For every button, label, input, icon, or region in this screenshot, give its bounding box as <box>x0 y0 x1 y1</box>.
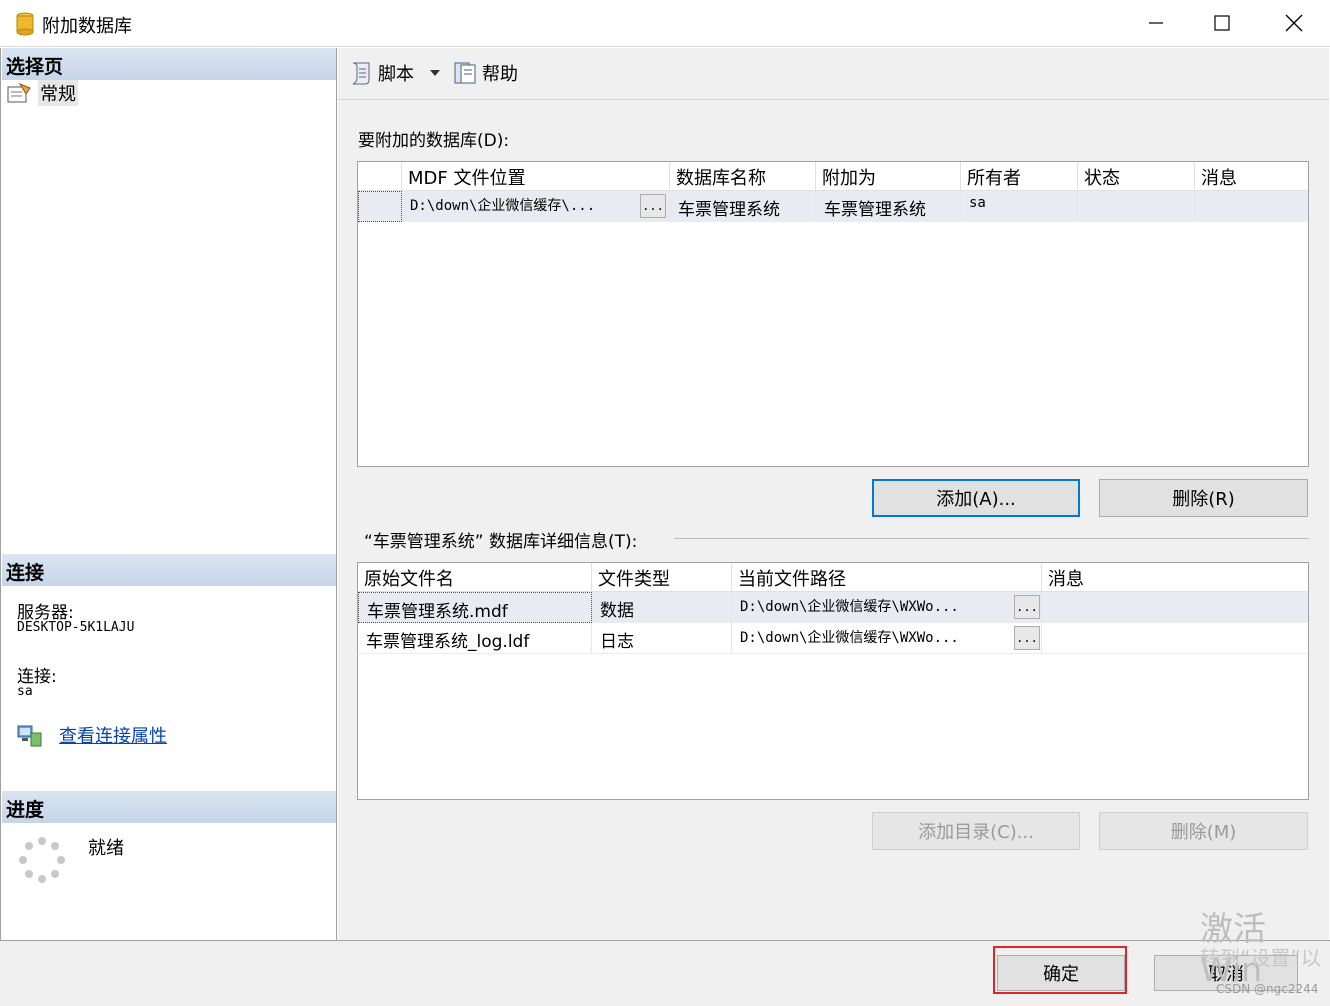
original-filename-cell[interactable]: 车票管理系统.mdf <box>358 591 592 623</box>
browse-path-button[interactable]: ... <box>1014 594 1040 619</box>
original-filename-cell[interactable]: 车票管理系统_log.ldf <box>358 622 592 654</box>
grid-header: 原始文件名 文件类型 当前文件路径 消息 <box>358 563 1308 592</box>
progress-status: 就绪 <box>88 838 124 859</box>
csdn-watermark: CSDN @ngc2244 <box>1216 982 1319 996</box>
database-details-grid[interactable]: 原始文件名 文件类型 当前文件路径 消息 车票管理系统.mdf 数据 D:\do… <box>357 562 1309 800</box>
connection-header: 连接 <box>2 554 336 586</box>
general-page-icon <box>7 82 31 103</box>
window-title: 附加数据库 <box>42 16 132 37</box>
add-database-button[interactable]: 添加(A)... <box>872 479 1080 517</box>
column-header[interactable]: 附加为 <box>816 162 961 190</box>
message-cell <box>1042 592 1308 623</box>
connection-value: sa <box>17 684 33 699</box>
add-catalog-button[interactable]: 添加目录(C)... <box>872 812 1080 850</box>
maximize-icon <box>1214 15 1230 31</box>
script-button[interactable]: 脚本 <box>348 58 414 88</box>
message-cell <box>1042 623 1308 654</box>
sidebar-item-general[interactable]: 常规 <box>6 80 78 106</box>
browse-path-button[interactable]: ... <box>1014 625 1040 650</box>
script-icon <box>352 62 370 85</box>
close-button[interactable] <box>1264 0 1324 46</box>
divider <box>674 538 1309 539</box>
connection-properties-icon <box>17 725 42 747</box>
column-header[interactable]: 原始文件名 <box>358 563 592 591</box>
help-icon <box>454 62 476 84</box>
table-row[interactable]: 车票管理系统.mdf 数据 D:\down\企业微信缓存\WXWo... ... <box>358 591 1308 623</box>
attach-databases-label: 要附加的数据库(D): <box>358 131 510 151</box>
maximize-button[interactable] <box>1192 0 1252 46</box>
table-row[interactable]: D:\down\企业微信缓存\... ... 车票管理系统 车票管理系统 sa <box>358 190 1308 222</box>
browse-mdf-button[interactable]: ... <box>640 193 666 218</box>
windows-activation-hint: 转到“设置”以 <box>1200 946 1321 970</box>
grid-header: MDF 文件位置 数据库名称 附加为 所有者 状态 消息 <box>358 162 1308 191</box>
column-header[interactable]: MDF 文件位置 <box>402 162 670 190</box>
column-header[interactable]: 数据库名称 <box>670 162 816 190</box>
progress-spinner-icon <box>19 837 65 883</box>
view-connection-properties-link[interactable]: 查看连接属性 <box>59 722 167 748</box>
column-header[interactable]: 状态 <box>1078 162 1195 190</box>
column-header[interactable]: 消息 <box>1195 162 1308 190</box>
script-label: 脚本 <box>378 64 414 85</box>
help-button[interactable]: 帮助 <box>452 58 518 88</box>
dialog-footer <box>0 940 1330 1006</box>
select-page-header: 选择页 <box>2 48 336 80</box>
message-cell <box>1195 191 1308 222</box>
column-header[interactable]: 当前文件路径 <box>732 563 1042 591</box>
table-row[interactable]: 车票管理系统_log.ldf 日志 D:\down\企业微信缓存\WXWo...… <box>358 622 1308 654</box>
file-type-cell: 日志 <box>592 622 732 654</box>
column-header[interactable]: 消息 <box>1042 563 1308 591</box>
database-icon <box>16 12 34 36</box>
current-path-cell[interactable]: D:\down\企业微信缓存\WXWo... ... <box>732 622 1042 654</box>
database-details-label: “车票管理系统” 数据库详细信息(T): <box>364 532 638 552</box>
status-cell <box>1078 190 1195 222</box>
owner-cell[interactable]: sa <box>961 190 1078 222</box>
remove-database-button[interactable]: 删除(R) <box>1099 479 1308 517</box>
script-dropdown-chevron-icon[interactable] <box>428 68 442 78</box>
column-header[interactable]: 所有者 <box>961 162 1078 190</box>
minimize-icon <box>1149 22 1163 24</box>
mdf-location-cell[interactable]: D:\down\企业微信缓存\... ... <box>402 190 670 222</box>
sidebar-item-label: 常规 <box>38 80 78 106</box>
column-header[interactable]: 文件类型 <box>592 563 732 591</box>
file-type-cell: 数据 <box>592 591 732 623</box>
remove-file-button[interactable]: 删除(M) <box>1099 812 1308 850</box>
help-label: 帮助 <box>482 64 518 85</box>
highlight-box <box>993 946 1127 994</box>
attach-databases-grid[interactable]: MDF 文件位置 数据库名称 附加为 所有者 状态 消息 D:\down\企业微… <box>357 161 1309 467</box>
progress-header: 进度 <box>2 791 336 823</box>
attach-as-cell[interactable]: 车票管理系统 <box>816 190 961 222</box>
title-bar: 附加数据库 <box>0 0 1330 47</box>
database-name-cell[interactable]: 车票管理系统 <box>670 190 816 222</box>
current-path-cell[interactable]: D:\down\企业微信缓存\WXWo... ... <box>732 591 1042 623</box>
row-selector[interactable] <box>358 190 402 222</box>
server-value: DESKTOP-5K1LAJU <box>17 620 135 635</box>
minimize-button[interactable] <box>1126 0 1186 46</box>
close-icon <box>1285 14 1303 32</box>
